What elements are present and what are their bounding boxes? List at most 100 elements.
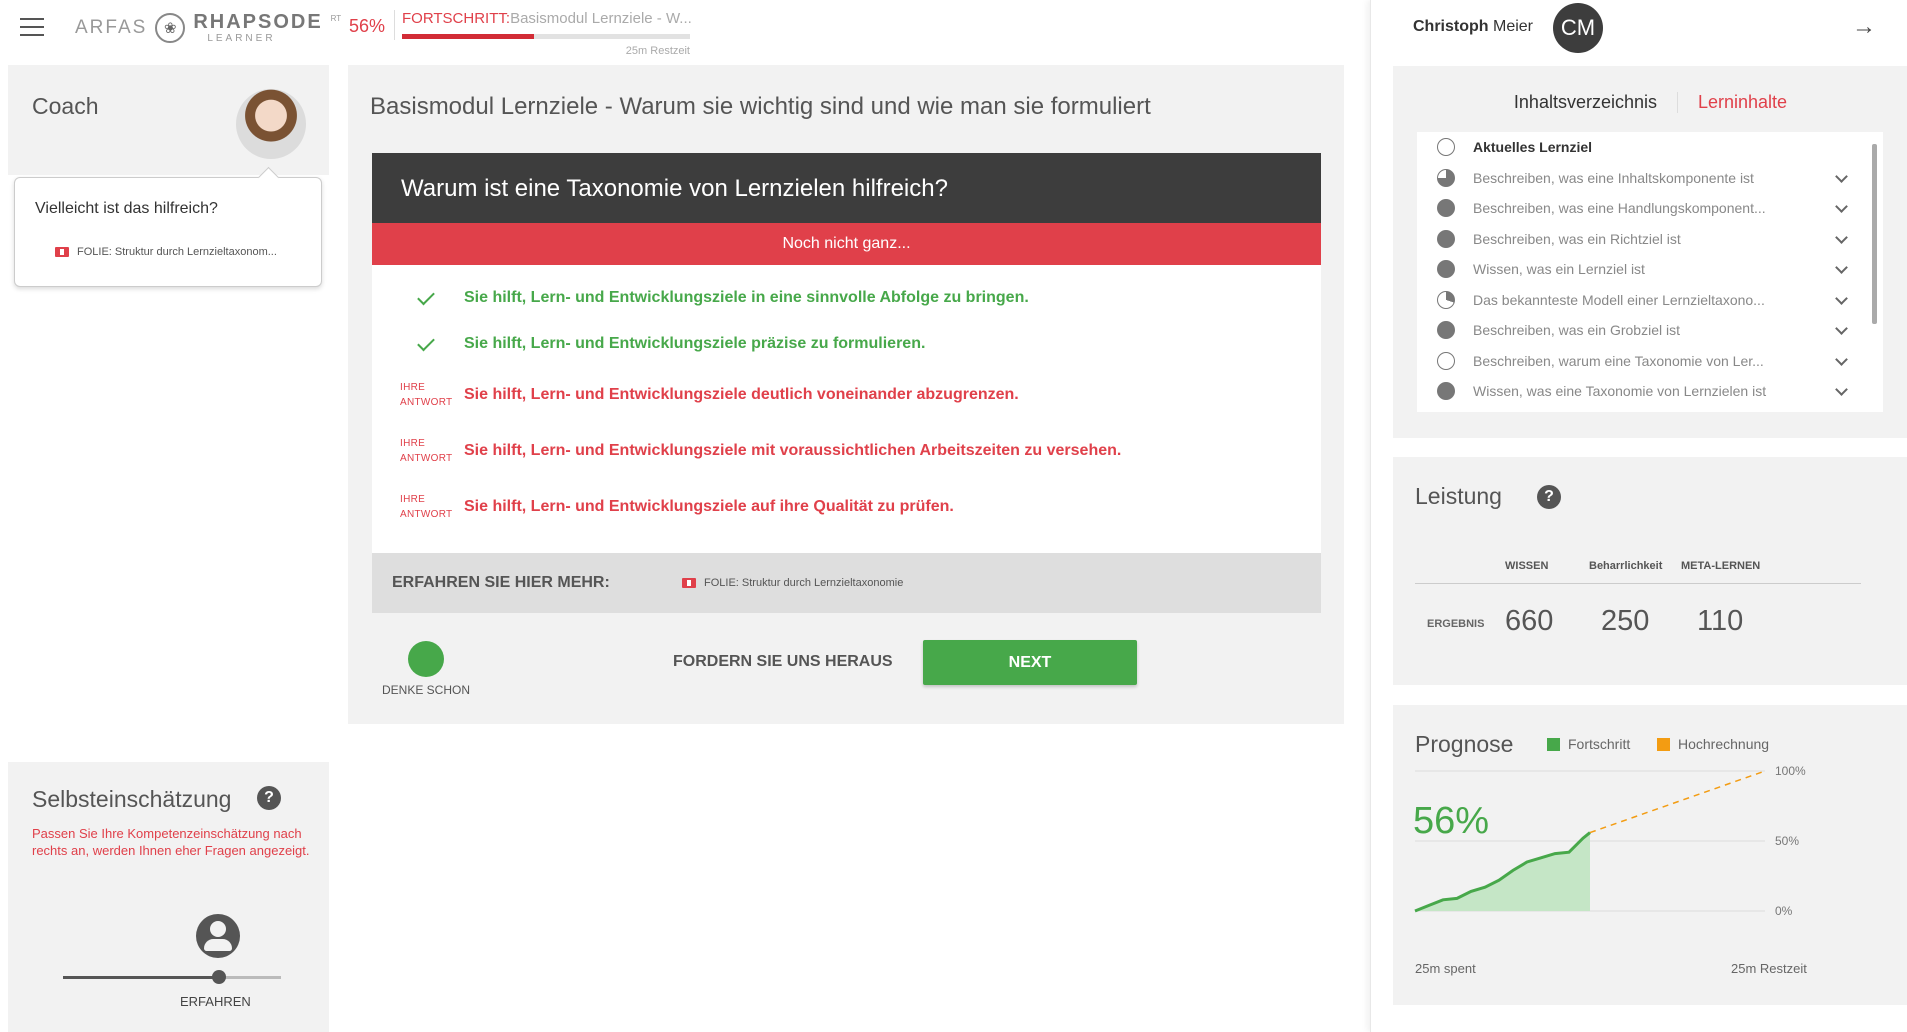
chevron-down-icon[interactable] [1835,200,1848,213]
answer-option[interactable]: IHRE ANTWORT Sie hilft, Lern- und Entwick… [372,367,1321,423]
toc-item[interactable]: Beschreiben, was eine Handlungskomponent… [1417,193,1883,224]
help-icon[interactable]: ? [1537,485,1561,509]
learning-objectives-list: Aktuelles Lernziel Beschreiben, was eine … [1417,132,1883,412]
performance-value-wissen: 660 [1505,605,1554,637]
person-icon [196,914,240,958]
help-icon[interactable]: ? [257,786,281,810]
question-card: Warum ist eine Taxonomie von Lernzielen … [372,153,1321,613]
chevron-down-icon[interactable] [1835,169,1848,183]
progress-circle-icon [1437,229,1455,248]
progress-circle-icon [1437,351,1455,370]
feedback-banner: Noch nicht ganz... [372,223,1321,265]
confidence-indicator[interactable] [408,641,444,677]
progress-label-prefix: FORTSCHRITT: [402,10,511,27]
toc-item[interactable]: Beschreiben, was eine Inhaltskomponente … [1417,163,1883,194]
remaining-time: 25m Restzeit [625,45,690,57]
progress-circle-icon [1437,260,1455,279]
answer-text: Sie hilft, Lern- und Entwicklungsziele a… [464,498,954,515]
answer-option[interactable]: Sie hilft, Lern- und Entwicklungsziele i… [372,275,1321,321]
answer-option[interactable]: IHRE ANTWORT Sie hilft, Lern- und Entwick… [372,479,1321,535]
chevron-down-icon[interactable] [1835,261,1848,274]
x-end-label: 25m Restzeit [1731,961,1807,976]
performance-value-meta-lernen: 110 [1697,605,1744,637]
coach-hint-popover: Vielleicht ist das hilfreich? FOLIE: Str… [14,177,322,287]
toc-item-label: Beschreiben, was ein Richtziel ist [1473,230,1681,247]
tab-lerninhalte[interactable]: Lerninhalte [1678,92,1807,113]
answer-text: Sie hilft, Lern- und Entwicklungsziele i… [464,289,1029,306]
chevron-down-icon[interactable] [1835,230,1848,244]
slide-icon [682,578,696,588]
chevron-down-icon[interactable] [1835,322,1848,335]
learn-more-label: ERFAHREN SIE HIER MEHR: [392,574,610,591]
forecast-panel: Prognose Fortschritt Hochrechnung 56% 0%… [1393,705,1907,1005]
toc-item[interactable]: Wissen, was eine Taxonomie von Lernziele… [1417,376,1883,407]
toc-item-label: Beschreiben, warum eine Taxonomie von Le… [1473,352,1764,369]
challenge-button[interactable]: FORDERN SIE UNS HERAUS [673,653,893,671]
competence-level-label: ERFAHREN [180,994,251,1009]
progress-bar [402,34,690,39]
hamburger-menu-icon[interactable] [20,18,44,38]
hint-question: Vielleicht ist das hilfreich? [35,200,218,217]
y-tick-label: 0% [1775,904,1793,918]
progress-label[interactable]: FORTSCHRITT:Basismodul Lernziele - W... [402,10,692,27]
chevron-down-icon[interactable] [1835,352,1848,366]
coach-title: Coach [32,93,99,119]
self-assessment-description: Passen Sie Ihre Kompetenzeinschätzung na… [32,826,310,858]
progress-fill [402,34,535,39]
hint-slide-link[interactable]: FOLIE: Struktur durch Lernzieltaxonom... [55,246,315,258]
user-first-name: Christoph [1413,18,1489,35]
learn-more-bar: ERFAHREN SIE HIER MEHR: FOLIE: Struktur … [372,553,1321,613]
toc-item[interactable]: Beschreiben, warum eine Taxonomie von Le… [1417,346,1883,377]
arrow-right-icon[interactable]: → [1851,14,1877,40]
logo-learner: LEARNER [207,33,276,44]
toc-item-label: Das bekannteste Modell einer Lernzieltax… [1473,291,1765,308]
competence-slider-remainder [221,976,281,979]
learn-more-slide-link[interactable]: FOLIE: Struktur durch Lernzieltaxonomie [682,577,903,589]
performance-panel: Leistung ? WISSEN Beharrlichkeit META-LE… [1393,457,1907,685]
progress-circle-icon [1437,290,1455,309]
forecast-chart: 0% 50% 100% [1414,764,1806,918]
your-answer-tag: IHRE ANTWORT [400,494,453,520]
chevron-down-icon[interactable] [1835,383,1848,396]
progress-circle-icon [1437,199,1455,218]
performance-title: Leistung [1415,483,1502,509]
performance-column-header: META-LERNEN [1681,560,1761,572]
app-logo: ARFAS ❀ RHAPSODE LEARNER RT [75,8,341,48]
progress-circle-icon [1437,168,1455,187]
toc-item[interactable]: Das bekannteste Modell einer Lernzieltax… [1417,285,1883,316]
contents-panel: Inhaltsverzeichnis Lerninhalte Aktuelles… [1393,66,1907,438]
scrollbar[interactable] [1872,144,1877,324]
chevron-down-icon[interactable] [1835,291,1848,305]
answer-option[interactable]: IHRE ANTWORT Sie hilft, Lern- und Entwick… [372,423,1321,479]
competence-slider-handle[interactable] [212,970,226,984]
toc-item-label: Beschreiben, was ein Grobziel ist [1473,322,1680,339]
toc-item[interactable]: Aktuelles Lernziel [1417,132,1883,163]
question-title: Warum ist eine Taxonomie von Lernzielen … [372,153,1321,223]
answer-text: Sie hilft, Lern- und Entwicklungsziele p… [464,335,926,352]
next-button[interactable]: NEXT [923,640,1137,685]
coach-panel: Coach [8,65,329,175]
x-start-label: 25m spent [1415,961,1476,976]
tab-inhaltsverzeichnis[interactable]: Inhaltsverzeichnis [1494,92,1678,113]
logo-rhapsode: RHAPSODE [193,11,323,33]
performance-row-label: ERGEBNIS [1427,618,1485,630]
logo-seal-icon: ❀ [155,13,186,43]
toc-item-label: Wissen, was eine Taxonomie von Lernziele… [1473,383,1767,400]
learn-more-slide-label: FOLIE: Struktur durch Lernzieltaxonomie [704,577,904,589]
contents-tabs: Inhaltsverzeichnis Lerninhalte [1393,92,1907,113]
user-avatar[interactable]: CM [1553,3,1603,53]
answer-option[interactable]: Sie hilft, Lern- und Entwicklungsziele p… [372,321,1321,367]
toc-item-label: Beschreiben, was eine Inhaltskomponente … [1473,169,1754,186]
divider [1415,583,1861,584]
logo-tm: RT [330,14,342,23]
progress-circle-icon [1437,321,1455,340]
toc-item[interactable]: Wissen, was ein Lernziel ist [1417,254,1883,285]
progress-circle-icon [1437,382,1455,401]
answer-text: Sie hilft, Lern- und Entwicklungsziele m… [464,442,1122,459]
logo-arfas: ARFAS [75,17,148,38]
toc-item[interactable]: Beschreiben, was ein Grobziel ist [1417,315,1883,346]
answer-list: Sie hilft, Lern- und Entwicklungsziele i… [372,265,1321,553]
toc-item[interactable]: Beschreiben, was ein Richtziel ist [1417,224,1883,255]
check-icon [417,333,435,351]
toc-item-label: Wissen, was ein Lernziel ist [1473,261,1645,278]
